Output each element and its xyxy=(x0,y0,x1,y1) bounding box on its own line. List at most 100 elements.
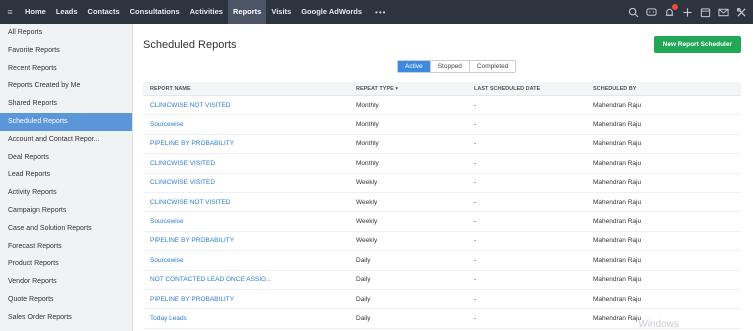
search-icon[interactable] xyxy=(628,7,639,18)
repeat-type: Weekly xyxy=(356,198,378,206)
last-scheduled-date: - xyxy=(474,218,477,226)
last-scheduled-date: - xyxy=(474,121,477,129)
scheduled-by: Mahendran Raju xyxy=(593,256,642,264)
sidebar-item-all-reports[interactable]: All Reports xyxy=(0,24,132,42)
scheduled-reports-table: REPORT NAME REPEAT TYPE ▾ LAST SCHEDULED… xyxy=(143,82,741,329)
report-name-link[interactable]: PIPELINE BY PROBABILITY xyxy=(143,237,349,244)
repeat-type: Monthly xyxy=(356,140,379,148)
report-name-link[interactable]: CLINICWISE NOT VISITED xyxy=(143,102,349,109)
column-header-report-name: REPORT NAME xyxy=(150,85,191,92)
top-nav: ≡ Home Leads Contacts Consultations Acti… xyxy=(0,0,753,24)
repeat-type: Daily xyxy=(356,314,371,322)
table-row: PIPELINE BY PROBABILITY Monthly - Mahend… xyxy=(143,135,741,155)
nav-more-button[interactable]: ••• xyxy=(367,8,394,17)
tab-active[interactable]: Active xyxy=(398,61,430,72)
repeat-type: Monthly xyxy=(356,121,379,129)
tab-stopped[interactable]: Stopped xyxy=(429,61,469,72)
calendar-icon[interactable] xyxy=(700,7,711,18)
sidebar-item-favorite-reports[interactable]: Favorite Reports xyxy=(0,42,132,60)
last-scheduled-date: - xyxy=(474,314,477,322)
report-name-link[interactable]: PIPELINE BY PROBABILITY xyxy=(143,140,349,147)
column-header-scheduled-by: SCHEDULED BY xyxy=(593,85,637,92)
sidebar-item-activity-reports[interactable]: Activity Reports xyxy=(0,184,132,202)
tools-icon[interactable] xyxy=(736,7,747,18)
report-name-link[interactable]: Sourcewise xyxy=(143,218,349,225)
scheduled-by: Mahendran Raju xyxy=(593,276,642,284)
bell-icon[interactable] xyxy=(664,3,678,18)
sidebar-item-quote-reports[interactable]: Quote Reports xyxy=(0,291,132,309)
table-row: PIPELINE BY PROBABILITY Weekly - Mahendr… xyxy=(143,232,741,252)
sidebar-item-account-contact-reports[interactable]: Account and Contact Repor... xyxy=(0,131,132,149)
report-name-link[interactable]: NOT CONTACTED LEAD ONCE ASSIG... xyxy=(143,276,349,283)
scheduled-by: Mahendran Raju xyxy=(593,121,642,129)
repeat-type: Monthly xyxy=(356,159,379,167)
nav-item-contacts[interactable]: Contacts xyxy=(83,0,125,24)
notification-badge xyxy=(672,3,678,10)
nav-item-google-adwords[interactable]: Google AdWords xyxy=(296,0,367,24)
table-header: REPORT NAME REPEAT TYPE ▾ LAST SCHEDULED… xyxy=(143,82,741,96)
sidebar-item-vendor-reports[interactable]: Vendor Reports xyxy=(0,273,132,291)
sidebar-item-shared-reports[interactable]: Shared Reports xyxy=(0,95,132,113)
report-name-link[interactable]: Today Leads xyxy=(143,315,349,322)
repeat-type: Weekly xyxy=(356,218,378,226)
repeat-type: Daily xyxy=(356,276,371,284)
table-row: Sourcewise Daily - Mahendran Raju xyxy=(143,251,741,271)
scheduled-by: Mahendran Raju xyxy=(593,159,642,167)
chat-icon[interactable] xyxy=(646,7,657,18)
nav-item-visits[interactable]: Visits xyxy=(266,0,296,24)
last-scheduled-date: - xyxy=(474,179,477,187)
mail-icon[interactable] xyxy=(718,7,729,18)
nav-item-home[interactable]: Home xyxy=(20,0,51,24)
scheduled-by: Mahendran Raju xyxy=(593,140,642,148)
sidebar-item-product-reports[interactable]: Product Reports xyxy=(0,255,132,273)
page-title: Scheduled Reports xyxy=(143,39,237,51)
scheduled-by: Mahendran Raju xyxy=(593,198,642,206)
repeat-type: Weekly xyxy=(356,237,378,245)
sidebar-item-campaign-reports[interactable]: Campaign Reports xyxy=(0,202,132,220)
last-scheduled-date: - xyxy=(474,237,477,245)
repeat-type: Monthly xyxy=(356,101,379,109)
new-report-scheduler-button[interactable]: New Report Scheduler xyxy=(653,36,741,53)
sidebar-item-reports-created-by-me[interactable]: Reports Created by Me xyxy=(0,77,132,95)
report-name-link[interactable]: CLINICWISE VISITED xyxy=(143,160,349,167)
report-name-link[interactable]: CLINICWISE NOT VISITED xyxy=(143,199,349,206)
report-name-link[interactable]: PIPELINE BY PROBABILITY xyxy=(143,296,349,303)
repeat-type: Daily xyxy=(356,256,371,264)
nav-icon-group xyxy=(628,0,747,24)
last-scheduled-date: - xyxy=(474,198,477,206)
nav-item-reports[interactable]: Reports xyxy=(227,0,267,24)
menu-icon[interactable]: ≡ xyxy=(0,0,20,24)
column-header-last-scheduled-date: LAST SCHEDULED DATE xyxy=(474,85,541,92)
scheduled-by: Mahendran Raju xyxy=(593,295,642,303)
scheduled-by: Mahendran Raju xyxy=(593,237,642,245)
report-name-link[interactable]: Sourcewise xyxy=(143,257,349,264)
last-scheduled-date: - xyxy=(474,101,477,109)
last-scheduled-date: - xyxy=(474,295,477,303)
table-row: CLINICWISE VISITED Weekly - Mahendran Ra… xyxy=(143,174,741,193)
tab-completed[interactable]: Completed xyxy=(468,61,516,72)
last-scheduled-date: - xyxy=(474,140,477,148)
sidebar-item-recent-reports[interactable]: Recent Reports xyxy=(0,60,132,78)
sidebar-item-deal-reports[interactable]: Deal Reports xyxy=(0,149,132,167)
repeat-type: Daily xyxy=(356,295,371,303)
table-row: Sourcewise Monthly - Mahendran Raju xyxy=(143,115,741,135)
report-name-link[interactable]: Sourcewise xyxy=(143,121,349,128)
os-watermark: Windows xyxy=(638,319,679,330)
nav-item-leads[interactable]: Leads xyxy=(51,0,83,24)
last-scheduled-date: - xyxy=(474,159,477,167)
reports-sidebar: All Reports Favorite Reports Recent Repo… xyxy=(0,24,133,331)
last-scheduled-date: - xyxy=(474,256,477,264)
table-row: Sourcewise Weekly - Mahendran Raju xyxy=(143,212,741,232)
sidebar-item-lead-reports[interactable]: Lead Reports xyxy=(0,166,132,184)
sidebar-item-sales-order-reports[interactable]: Sales Order Reports xyxy=(0,309,132,327)
sidebar-item-forecast-reports[interactable]: Forecast Reports xyxy=(0,238,132,256)
column-header-repeat-type[interactable]: REPEAT TYPE ▾ xyxy=(349,86,467,92)
nav-item-consultations[interactable]: Consultations xyxy=(125,0,185,24)
table-row: PIPELINE BY PROBABILITY Daily - Mahendra… xyxy=(143,290,741,310)
nav-item-activities[interactable]: Activities xyxy=(185,0,228,24)
plus-icon[interactable] xyxy=(682,7,693,18)
scheduled-by: Mahendran Raju xyxy=(593,218,642,226)
sidebar-item-scheduled-reports[interactable]: Scheduled Reports xyxy=(0,112,132,131)
report-name-link[interactable]: CLINICWISE VISITED xyxy=(143,179,349,186)
sidebar-item-case-solution-reports[interactable]: Case and Solution Reports xyxy=(0,220,132,238)
